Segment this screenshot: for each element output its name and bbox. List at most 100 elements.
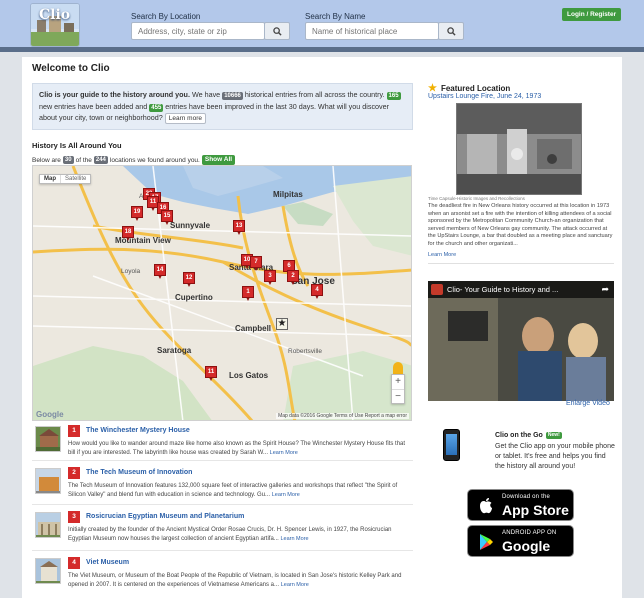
satellite-tab[interactable]: Satellite <box>60 175 90 183</box>
map-pin[interactable]: 19 <box>131 206 143 221</box>
map-pin[interactable]: 15 <box>161 210 173 225</box>
divider <box>428 263 614 264</box>
phone-icon <box>443 429 460 461</box>
listing-learn-more-link[interactable]: Learn More <box>281 582 309 588</box>
listing-number: 4 <box>68 557 80 569</box>
clio-logo[interactable]: Clio <box>30 3 80 47</box>
list-item: 1 The Winchester Mystery House How would… <box>32 423 413 461</box>
channel-logo-icon <box>431 284 443 295</box>
enlarge-video-link[interactable]: Enlarge Video <box>566 400 610 407</box>
summary-text: locations we found around you. <box>109 156 200 164</box>
map-background <box>33 166 411 420</box>
share-icon[interactable]: ➦ <box>601 284 609 295</box>
new-badge: New! <box>545 432 562 439</box>
app-store-button[interactable]: Download on the App Store <box>467 489 574 521</box>
listing-description: How would you like to wander around maze… <box>68 440 410 457</box>
main-content: Welcome to Clio Clio is your guide to th… <box>22 57 622 598</box>
listing-title-link[interactable]: The Winchester Mystery House <box>86 427 190 434</box>
map-pin[interactable]: 13 <box>233 220 245 235</box>
listing-thumbnail[interactable] <box>35 512 61 538</box>
listing-title-link[interactable]: Rosicrucian Egyptian Museum and Planetar… <box>86 513 244 520</box>
current-location-star-icon[interactable]: ★ <box>276 318 288 330</box>
house-photo-icon <box>36 427 60 451</box>
listing-desc-text: Initially created by the founder of the … <box>68 527 392 542</box>
listing-number: 2 <box>68 467 80 479</box>
map-pin[interactable]: 11 <box>205 366 217 381</box>
featured-learn-more-link[interactable]: Learn More <box>428 252 456 258</box>
app-description: Get the Clio app on your mobile phone or… <box>495 443 615 470</box>
name-search-box <box>305 22 439 40</box>
map-label-milpitas: Milpitas <box>273 190 303 199</box>
app-store-big-text: App Store <box>502 502 569 518</box>
intro-text: new entries have been added and <box>39 101 150 111</box>
site-header: Clio Search By Location Search By Name L… <box>0 0 644 52</box>
location-search-input[interactable] <box>132 23 264 39</box>
locations-summary: Below are 30 of the 244 locations we fou… <box>32 155 236 165</box>
logo-text: Clio <box>39 7 71 23</box>
historic-photo-icon <box>457 104 581 194</box>
name-search-input[interactable] <box>306 23 438 39</box>
new-count-badge: 165 <box>386 92 401 100</box>
temple-photo-icon <box>36 513 60 537</box>
listing-thumbnail[interactable] <box>35 426 61 452</box>
map-tab[interactable]: Map <box>40 175 60 183</box>
google-play-button[interactable]: ANDROID APP ON Google play <box>467 525 574 570</box>
learn-more-button[interactable]: Learn more <box>164 113 206 124</box>
featured-description: The deadliest fire in New Orleans histor… <box>428 203 613 247</box>
name-search-button[interactable] <box>438 22 464 40</box>
entries-count-badge: 10666 <box>222 92 243 100</box>
app-store-small-text: Download on the <box>502 494 551 500</box>
map-label-cupertino: Cupertino <box>175 293 213 302</box>
featured-photo-caption: Time Capsule-Historic Images and Recolle… <box>428 196 525 201</box>
listing-description: The Tech Museum of Innovation features 1… <box>68 482 410 499</box>
map-label-robertsville: Robertsville <box>288 348 322 355</box>
login-register-button[interactable]: Login / Register <box>562 8 622 21</box>
locations-map[interactable]: Map Satellite Alviso Milpitas Mountain V… <box>32 165 412 421</box>
list-item: 3 Rosicrucian Egyptian Museum and Planet… <box>32 509 413 551</box>
featured-photo[interactable] <box>456 103 582 195</box>
listing-learn-more-link[interactable]: Learn More <box>280 536 308 542</box>
google-logo: Google <box>36 410 64 419</box>
map-pin[interactable]: 7 <box>250 256 262 271</box>
listing-learn-more-link[interactable]: Learn More <box>270 450 298 456</box>
map-attribution: Map data ©2016 Google Terms of Use Repor… <box>276 413 409 419</box>
search-icon <box>272 26 282 36</box>
intro-text: historical entries from all across the c… <box>242 90 387 99</box>
listing-desc-text: The Viet Museum, or Museum of the Boat P… <box>68 573 402 588</box>
summary-text: Below are <box>32 156 61 164</box>
video-player[interactable]: Clio- Your Guide to History and ... ➦ <box>428 281 614 401</box>
page-title: Welcome to Clio <box>32 63 110 74</box>
listing-title-link[interactable]: The Tech Museum of Innovation <box>86 469 192 476</box>
map-pin[interactable]: 12 <box>183 272 195 287</box>
listing-desc-text: The Tech Museum of Innovation features 1… <box>68 483 398 498</box>
listing-learn-more-link[interactable]: Learn More <box>272 492 300 498</box>
zoom-in-button[interactable]: + <box>392 375 404 389</box>
featured-heading-text: Featured Location <box>440 84 511 93</box>
show-all-button[interactable]: Show All <box>201 155 236 165</box>
video-title[interactable]: Clio- Your Guide to History and ... <box>447 285 558 294</box>
map-pin[interactable]: 18 <box>122 226 134 241</box>
listing-thumbnail[interactable] <box>35 558 61 584</box>
total-count-badge: 244 <box>93 156 108 164</box>
map-pin[interactable]: 14 <box>154 264 166 279</box>
featured-location-link[interactable]: Upstairs Lounge Fire, June 24, 1973 <box>428 93 541 100</box>
zoom-out-button[interactable]: − <box>392 389 404 403</box>
list-item: 2 The Tech Museum of Innovation The Tech… <box>32 465 413 505</box>
listing-thumbnail[interactable] <box>35 468 61 494</box>
history-section-title: History Is All Around You <box>32 141 122 150</box>
location-search-button[interactable] <box>264 22 290 40</box>
map-pin[interactable]: 1 <box>242 286 254 301</box>
listing-description: Initially created by the founder of the … <box>68 526 410 543</box>
listing-title-link[interactable]: Viet Museum <box>86 559 129 566</box>
logo-grass <box>31 32 79 46</box>
shown-count-badge: 30 <box>62 156 74 164</box>
map-pin[interactable]: 3 <box>264 270 276 285</box>
map-label-los-gatos: Los Gatos <box>229 371 269 380</box>
intro-lead: Clio is your guide to the history around… <box>39 90 190 99</box>
listing-description: The Viet Museum, or Museum of the Boat P… <box>68 572 410 589</box>
building-photo-icon <box>36 559 60 583</box>
map-pin[interactable]: 2 <box>287 270 299 285</box>
intro-box: Clio is your guide to the history around… <box>32 83 413 130</box>
apple-icon <box>480 498 492 514</box>
map-pin[interactable]: 4 <box>311 284 323 299</box>
